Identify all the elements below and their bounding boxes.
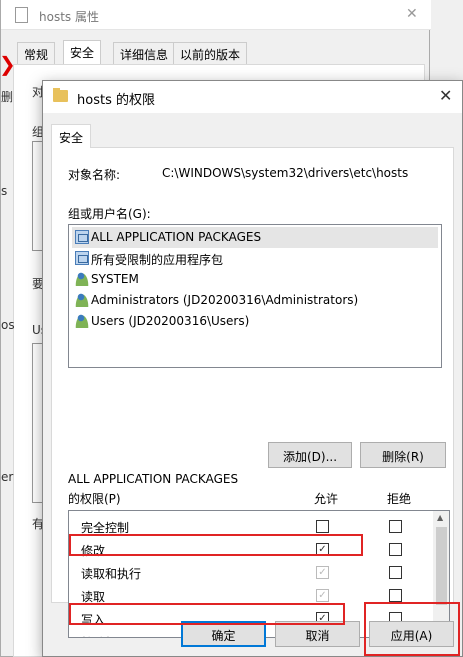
tab-previous-versions[interactable]: 以前的版本 bbox=[173, 42, 248, 64]
tab-security[interactable]: 安全 bbox=[63, 40, 102, 64]
edge-fragment: er bbox=[1, 470, 14, 484]
deny-checkbox[interactable] bbox=[389, 543, 402, 556]
folder-icon bbox=[53, 88, 68, 102]
tab-general[interactable]: 常规 bbox=[17, 42, 56, 64]
add-button[interactable]: 添加(D)... bbox=[268, 442, 352, 468]
dialog-title-bar: hosts 的权限 ✕ bbox=[43, 81, 462, 113]
background-title-bar: hosts 属性 ✕ bbox=[1, 0, 431, 30]
remove-button[interactable]: 删除(R) bbox=[360, 442, 446, 468]
permission-name: 读取和执行 bbox=[81, 567, 142, 581]
group-list-item[interactable]: 所有受限制的应用程序包 bbox=[72, 248, 438, 269]
tab-details[interactable]: 详细信息 bbox=[113, 42, 176, 64]
permission-name: 特殊权限 bbox=[81, 634, 129, 637]
object-path: C:\WINDOWS\system32\drivers\etc\hosts bbox=[162, 166, 409, 180]
permission-highlight-box bbox=[69, 534, 363, 556]
permission-highlight-box bbox=[69, 603, 345, 625]
group-name: SYSTEM bbox=[91, 272, 139, 286]
group-name: ALL APPLICATION PACKAGES bbox=[91, 230, 262, 244]
permissions-for-label: ALL APPLICATION PACKAGES bbox=[68, 472, 239, 486]
apply-highlight-box bbox=[364, 602, 460, 656]
scrollbar-thumb[interactable] bbox=[436, 527, 447, 605]
group-name: Users (JD20200316\Users) bbox=[91, 314, 250, 328]
package-icon bbox=[75, 251, 89, 265]
group-list-item[interactable]: Users (JD20200316\Users) bbox=[72, 311, 438, 332]
document-icon bbox=[15, 7, 28, 23]
allow-checkbox[interactable] bbox=[316, 520, 329, 533]
deny-checkbox[interactable] bbox=[389, 589, 402, 602]
group-list-item[interactable]: ALL APPLICATION PACKAGES bbox=[72, 227, 438, 248]
users-icon bbox=[75, 293, 89, 307]
deny-checkbox[interactable] bbox=[389, 520, 402, 533]
permission-row: 读取和执行 ✓ bbox=[69, 561, 433, 584]
permissions-dialog: hosts 的权限 ✕ 安全 对象名称: C:\WINDOWS\system32… bbox=[42, 80, 463, 657]
deny-column-header: 拒绝 bbox=[387, 492, 412, 506]
dialog-close-icon[interactable]: ✕ bbox=[439, 86, 452, 105]
tab-security[interactable]: 安全 bbox=[51, 124, 91, 148]
package-icon bbox=[75, 230, 89, 244]
group-name: 所有受限制的应用程序包 bbox=[91, 253, 224, 267]
scroll-up-icon[interactable]: ▲ bbox=[437, 513, 443, 522]
edge-fragment: os bbox=[1, 318, 15, 332]
dialog-title: hosts 的权限 bbox=[77, 93, 155, 108]
group-user-list[interactable]: ALL APPLICATION PACKAGES 所有受限制的应用程序包 SYSTE… bbox=[68, 224, 442, 368]
group-list-item[interactable]: Administrators (JD20200316\Administrator… bbox=[72, 290, 438, 311]
allow-column-header: 允许 bbox=[314, 492, 339, 506]
red-chevron-icon: ❯ bbox=[0, 52, 16, 76]
edge-fragment: s bbox=[1, 184, 8, 198]
group-name: Administrators (JD20200316\Administrator… bbox=[91, 293, 359, 307]
background-window-title: hosts 属性 bbox=[39, 10, 99, 24]
allow-checkbox[interactable]: ✓ bbox=[316, 566, 329, 579]
object-name-label: 对象名称: bbox=[68, 168, 121, 182]
deny-checkbox[interactable] bbox=[389, 566, 402, 579]
allow-checkbox[interactable]: ✓ bbox=[316, 589, 329, 602]
users-icon bbox=[75, 272, 89, 286]
groups-label: 组或用户名(G): bbox=[68, 207, 151, 221]
users-icon bbox=[75, 314, 89, 328]
edge-fragment: 删 bbox=[1, 90, 14, 104]
group-list-item[interactable]: SYSTEM bbox=[72, 269, 438, 290]
background-close-icon[interactable]: ✕ bbox=[406, 6, 418, 22]
permissions-label: 的权限(P) bbox=[68, 492, 121, 506]
